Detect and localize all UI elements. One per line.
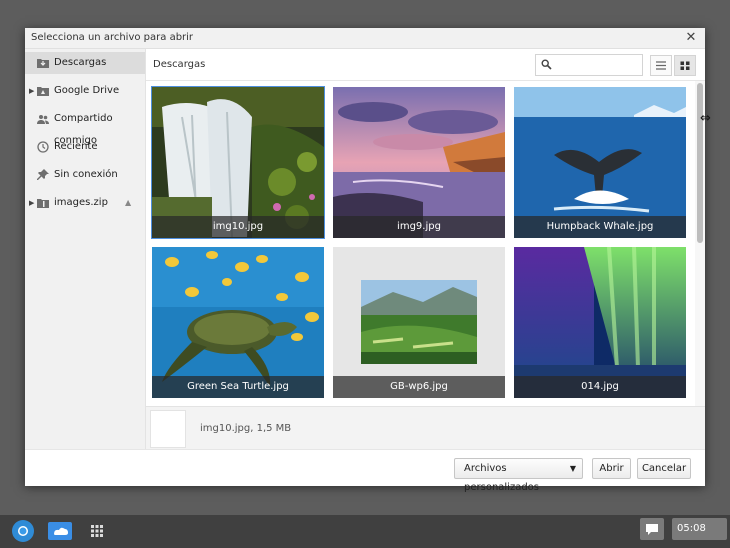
app-launcher-icon[interactable] xyxy=(90,524,104,538)
file-tile-gb-wp6[interactable]: GB-wp6.jpg xyxy=(333,247,505,398)
file-name: Green Sea Turtle.jpg xyxy=(152,376,324,398)
close-icon[interactable]: ✕ xyxy=(683,30,699,46)
breadcrumb[interactable]: Descargas xyxy=(153,59,205,70)
dialog-footer: Archivos personalizados ▼ Abrir Cancelar xyxy=(25,449,705,493)
sidebar-item-label: Sin conexión xyxy=(54,169,118,180)
sidebar-item-label: images.zip xyxy=(54,197,108,208)
grid-view-icon xyxy=(680,61,690,70)
vertical-scrollbar[interactable] xyxy=(695,81,705,406)
sidebar-item-label: Descargas xyxy=(54,57,107,68)
shared-people-icon xyxy=(37,115,49,124)
search-icon xyxy=(541,59,552,70)
archive-folder-icon xyxy=(37,199,49,208)
file-name: img10.jpg xyxy=(152,216,324,238)
file-info: img10.jpg, 1,5 MB xyxy=(200,423,292,434)
notification-button[interactable] xyxy=(640,518,664,540)
file-tile-img9[interactable]: img9.jpg xyxy=(333,87,505,238)
list-view-icon xyxy=(656,61,666,70)
eject-icon[interactable]: ▲ xyxy=(125,192,131,214)
file-open-dialog: Selecciona un archivo para abrir ✕ Desca… xyxy=(25,28,705,493)
file-tile-humpback-whale[interactable]: Humpback Whale.jpg xyxy=(514,87,686,238)
scrollbar-thumb[interactable] xyxy=(697,83,703,243)
preview-panel: img10.jpg, 1,5 MB xyxy=(146,406,705,450)
sidebar-item-descargas[interactable]: Descargas xyxy=(25,52,145,74)
shelf xyxy=(0,515,730,548)
file-type-select[interactable]: Archivos personalizados ▼ xyxy=(454,458,583,493)
path-bar: Descargas xyxy=(146,49,705,81)
list-view-button[interactable] xyxy=(650,55,672,76)
preview-thumbnail xyxy=(150,410,186,448)
search-input[interactable] xyxy=(535,54,643,76)
sidebar-item-compartido[interactable]: Compartido conmigo xyxy=(25,108,145,146)
files-app-icon[interactable] xyxy=(47,520,73,542)
sidebar-item-label: Reciente xyxy=(54,141,98,152)
sidebar-item-label: Google Drive xyxy=(54,85,120,96)
open-button[interactable]: Abrir xyxy=(592,458,631,479)
clock-icon xyxy=(37,141,49,153)
file-name: 014.jpg xyxy=(514,376,686,398)
file-tile-green-sea-turtle[interactable]: Green Sea Turtle.jpg xyxy=(152,247,324,398)
file-type-label: Archivos personalizados xyxy=(464,463,540,493)
file-tile-img10[interactable]: img10.jpg xyxy=(151,86,325,239)
cancel-button[interactable]: Cancelar xyxy=(637,458,691,479)
dialog-titlebar: Selecciona un archivo para abrir ✕ xyxy=(25,28,705,49)
pin-icon xyxy=(37,169,49,180)
file-grid: img10.jpg img9.jpg Humpback Whale.jpg Gr… xyxy=(146,81,695,406)
file-tile-014[interactable]: 014.jpg xyxy=(514,247,686,398)
chevron-down-icon: ▼ xyxy=(569,464,576,473)
clock-time: 05:08 xyxy=(677,523,706,534)
download-folder-icon xyxy=(37,59,49,68)
dialog-title: Selecciona un archivo para abrir xyxy=(31,32,194,43)
file-name: img9.jpg xyxy=(333,216,505,238)
chrome-icon[interactable] xyxy=(11,519,35,543)
sidebar: Descargas ▶ Google Drive Compartido conm… xyxy=(25,49,146,449)
resize-cursor-icon: ⇔ xyxy=(700,111,711,126)
sidebar-item-google-drive[interactable]: ▶ Google Drive xyxy=(25,80,145,102)
expand-arrow-icon[interactable]: ▶ xyxy=(29,192,34,214)
sidebar-item-reciente[interactable]: Reciente xyxy=(25,136,145,158)
drive-folder-icon xyxy=(37,87,49,96)
message-icon xyxy=(646,524,658,535)
grid-view-button[interactable] xyxy=(674,55,696,76)
sidebar-item-images-zip[interactable]: ▶ images.zip ▲ xyxy=(25,192,145,214)
expand-arrow-icon[interactable]: ▶ xyxy=(29,80,34,102)
file-name: GB-wp6.jpg xyxy=(333,376,505,398)
file-name: Humpback Whale.jpg xyxy=(514,216,686,238)
status-tray[interactable]: 05:08 xyxy=(672,518,727,540)
sidebar-item-sin-conexion[interactable]: Sin conexión xyxy=(25,164,145,186)
